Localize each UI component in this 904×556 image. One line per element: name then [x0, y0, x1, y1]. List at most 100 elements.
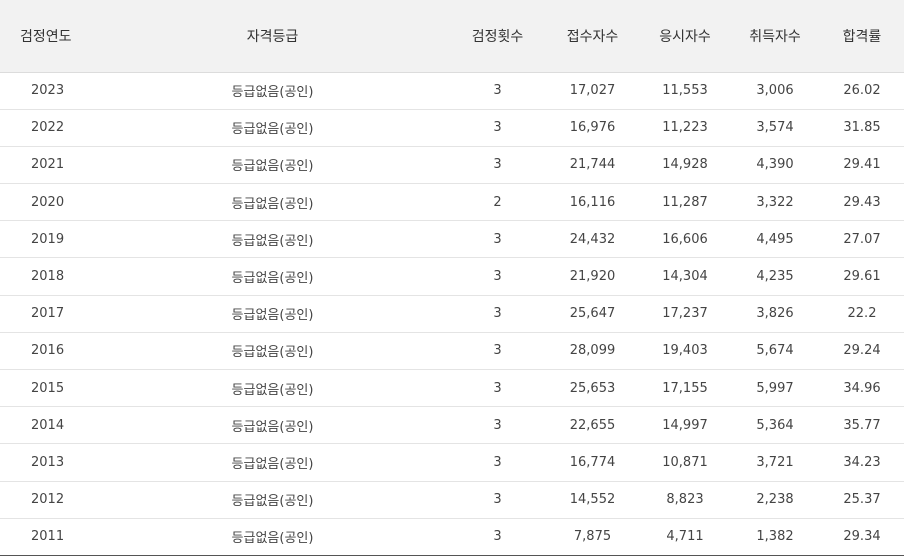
- cell-acquirers: 4,235: [730, 257, 820, 296]
- cell-examinees: 17,155: [640, 369, 730, 408]
- cell-exam-year: 2013: [0, 443, 95, 482]
- header-acquirers: 취득자수: [730, 0, 820, 73]
- cell-examinees: 14,928: [640, 146, 730, 185]
- cell-pass-rate: 29.61: [820, 257, 904, 296]
- cell-grade: 등급없음(공인): [95, 518, 450, 556]
- table-row: 2015 등급없음(공인) 3 25,653 17,155 5,997 34.96: [0, 369, 904, 408]
- cell-grade: 등급없음(공인): [95, 443, 450, 482]
- cell-examinees: 4,711: [640, 518, 730, 556]
- cell-acquirers: 4,495: [730, 220, 820, 259]
- cell-exam-count: 3: [450, 518, 545, 556]
- header-exam-count: 검정횟수: [450, 0, 545, 73]
- cell-exam-count: 3: [450, 146, 545, 185]
- cell-examinees: 11,553: [640, 72, 730, 110]
- cell-acquirers: 1,382: [730, 518, 820, 556]
- cell-exam-year: 2018: [0, 257, 95, 296]
- table-header: 검정연도 자격등급 검정횟수 접수자수 응시자수 취득자수 합격률: [0, 0, 904, 73]
- cell-acquirers: 3,721: [730, 443, 820, 482]
- cell-pass-rate: 31.85: [820, 109, 904, 147]
- cell-applicants: 17,027: [545, 72, 640, 110]
- cell-examinees: 8,823: [640, 481, 730, 519]
- cell-grade: 등급없음(공인): [95, 220, 450, 259]
- cell-applicants: 25,653: [545, 369, 640, 408]
- cell-exam-year: 2020: [0, 183, 95, 222]
- table-row: 2014 등급없음(공인) 3 22,655 14,997 5,364 35.77: [0, 406, 904, 445]
- cell-pass-rate: 35.77: [820, 406, 904, 445]
- cell-acquirers: 5,997: [730, 369, 820, 408]
- table-row: 2012 등급없음(공인) 3 14,552 8,823 2,238 25.37: [0, 481, 904, 519]
- table-row: 2018 등급없음(공인) 3 21,920 14,304 4,235 29.61: [0, 257, 904, 296]
- cell-grade: 등급없음(공인): [95, 109, 450, 147]
- cell-exam-count: 3: [450, 220, 545, 259]
- header-exam-year: 검정연도: [0, 0, 95, 73]
- header-grade: 자격등급: [95, 0, 450, 73]
- cell-applicants: 7,875: [545, 518, 640, 556]
- cell-exam-year: 2021: [0, 146, 95, 185]
- cell-applicants: 28,099: [545, 332, 640, 371]
- cell-examinees: 10,871: [640, 443, 730, 482]
- cell-exam-count: 3: [450, 257, 545, 296]
- cell-acquirers: 3,826: [730, 295, 820, 333]
- cell-applicants: 24,432: [545, 220, 640, 259]
- cell-exam-count: 3: [450, 406, 545, 445]
- cell-grade: 등급없음(공인): [95, 369, 450, 408]
- cell-exam-count: 3: [450, 295, 545, 333]
- cell-examinees: 14,997: [640, 406, 730, 445]
- table-row: 2020 등급없음(공인) 2 16,116 11,287 3,322 29.43: [0, 183, 904, 222]
- cell-applicants: 22,655: [545, 406, 640, 445]
- cell-exam-count: 2: [450, 183, 545, 222]
- cell-pass-rate: 34.96: [820, 369, 904, 408]
- header-row: 검정연도 자격등급 검정횟수 접수자수 응시자수 취득자수 합격률: [0, 0, 904, 73]
- cell-exam-count: 3: [450, 481, 545, 519]
- cell-pass-rate: 27.07: [820, 220, 904, 259]
- cell-examinees: 11,223: [640, 109, 730, 147]
- cell-acquirers: 2,238: [730, 481, 820, 519]
- table-row: 2023 등급없음(공인) 3 17,027 11,553 3,006 26.02: [0, 72, 904, 110]
- cell-acquirers: 3,006: [730, 72, 820, 110]
- table-row: 2019 등급없음(공인) 3 24,432 16,606 4,495 27.07: [0, 220, 904, 259]
- cell-acquirers: 5,364: [730, 406, 820, 445]
- cell-pass-rate: 29.34: [820, 518, 904, 556]
- cell-exam-count: 3: [450, 109, 545, 147]
- cell-exam-count: 3: [450, 369, 545, 408]
- cell-exam-year: 2017: [0, 295, 95, 333]
- cell-exam-year: 2014: [0, 406, 95, 445]
- cell-pass-rate: 29.41: [820, 146, 904, 185]
- cell-acquirers: 3,322: [730, 183, 820, 222]
- cell-pass-rate: 34.23: [820, 443, 904, 482]
- cell-pass-rate: 29.43: [820, 183, 904, 222]
- cell-exam-year: 2019: [0, 220, 95, 259]
- cell-applicants: 25,647: [545, 295, 640, 333]
- cell-exam-count: 3: [450, 443, 545, 482]
- cell-exam-year: 2022: [0, 109, 95, 147]
- cell-examinees: 11,287: [640, 183, 730, 222]
- cell-grade: 등급없음(공인): [95, 481, 450, 519]
- cell-grade: 등급없음(공인): [95, 257, 450, 296]
- cell-exam-count: 3: [450, 72, 545, 110]
- table-body: 2023 등급없음(공인) 3 17,027 11,553 3,006 26.02 2022 등…: [0, 72, 904, 556]
- cell-exam-year: 2016: [0, 332, 95, 371]
- cell-grade: 등급없음(공인): [95, 406, 450, 445]
- cell-applicants: 14,552: [545, 481, 640, 519]
- cell-pass-rate: 25.37: [820, 481, 904, 519]
- cell-examinees: 19,403: [640, 332, 730, 371]
- cell-grade: 등급없음(공인): [95, 332, 450, 371]
- cell-exam-year: 2015: [0, 369, 95, 408]
- cell-pass-rate: 29.24: [820, 332, 904, 371]
- cell-exam-count: 3: [450, 332, 545, 371]
- cell-grade: 등급없음(공인): [95, 146, 450, 185]
- cell-applicants: 21,744: [545, 146, 640, 185]
- cell-applicants: 16,774: [545, 443, 640, 482]
- table-row: 2022 등급없음(공인) 3 16,976 11,223 3,574 31.85: [0, 109, 904, 147]
- cell-examinees: 14,304: [640, 257, 730, 296]
- cell-acquirers: 4,390: [730, 146, 820, 185]
- table-row: 2016 등급없음(공인) 3 28,099 19,403 5,674 29.24: [0, 332, 904, 371]
- table-row: 2021 등급없음(공인) 3 21,744 14,928 4,390 29.41: [0, 146, 904, 185]
- header-examinees: 응시자수: [640, 0, 730, 73]
- cell-acquirers: 3,574: [730, 109, 820, 147]
- table-row: 2013 등급없음(공인) 3 16,774 10,871 3,721 34.23: [0, 443, 904, 482]
- cell-grade: 등급없음(공인): [95, 183, 450, 222]
- cell-exam-year: 2023: [0, 72, 95, 110]
- header-pass-rate: 합격률: [820, 0, 904, 73]
- cell-grade: 등급없음(공인): [95, 295, 450, 333]
